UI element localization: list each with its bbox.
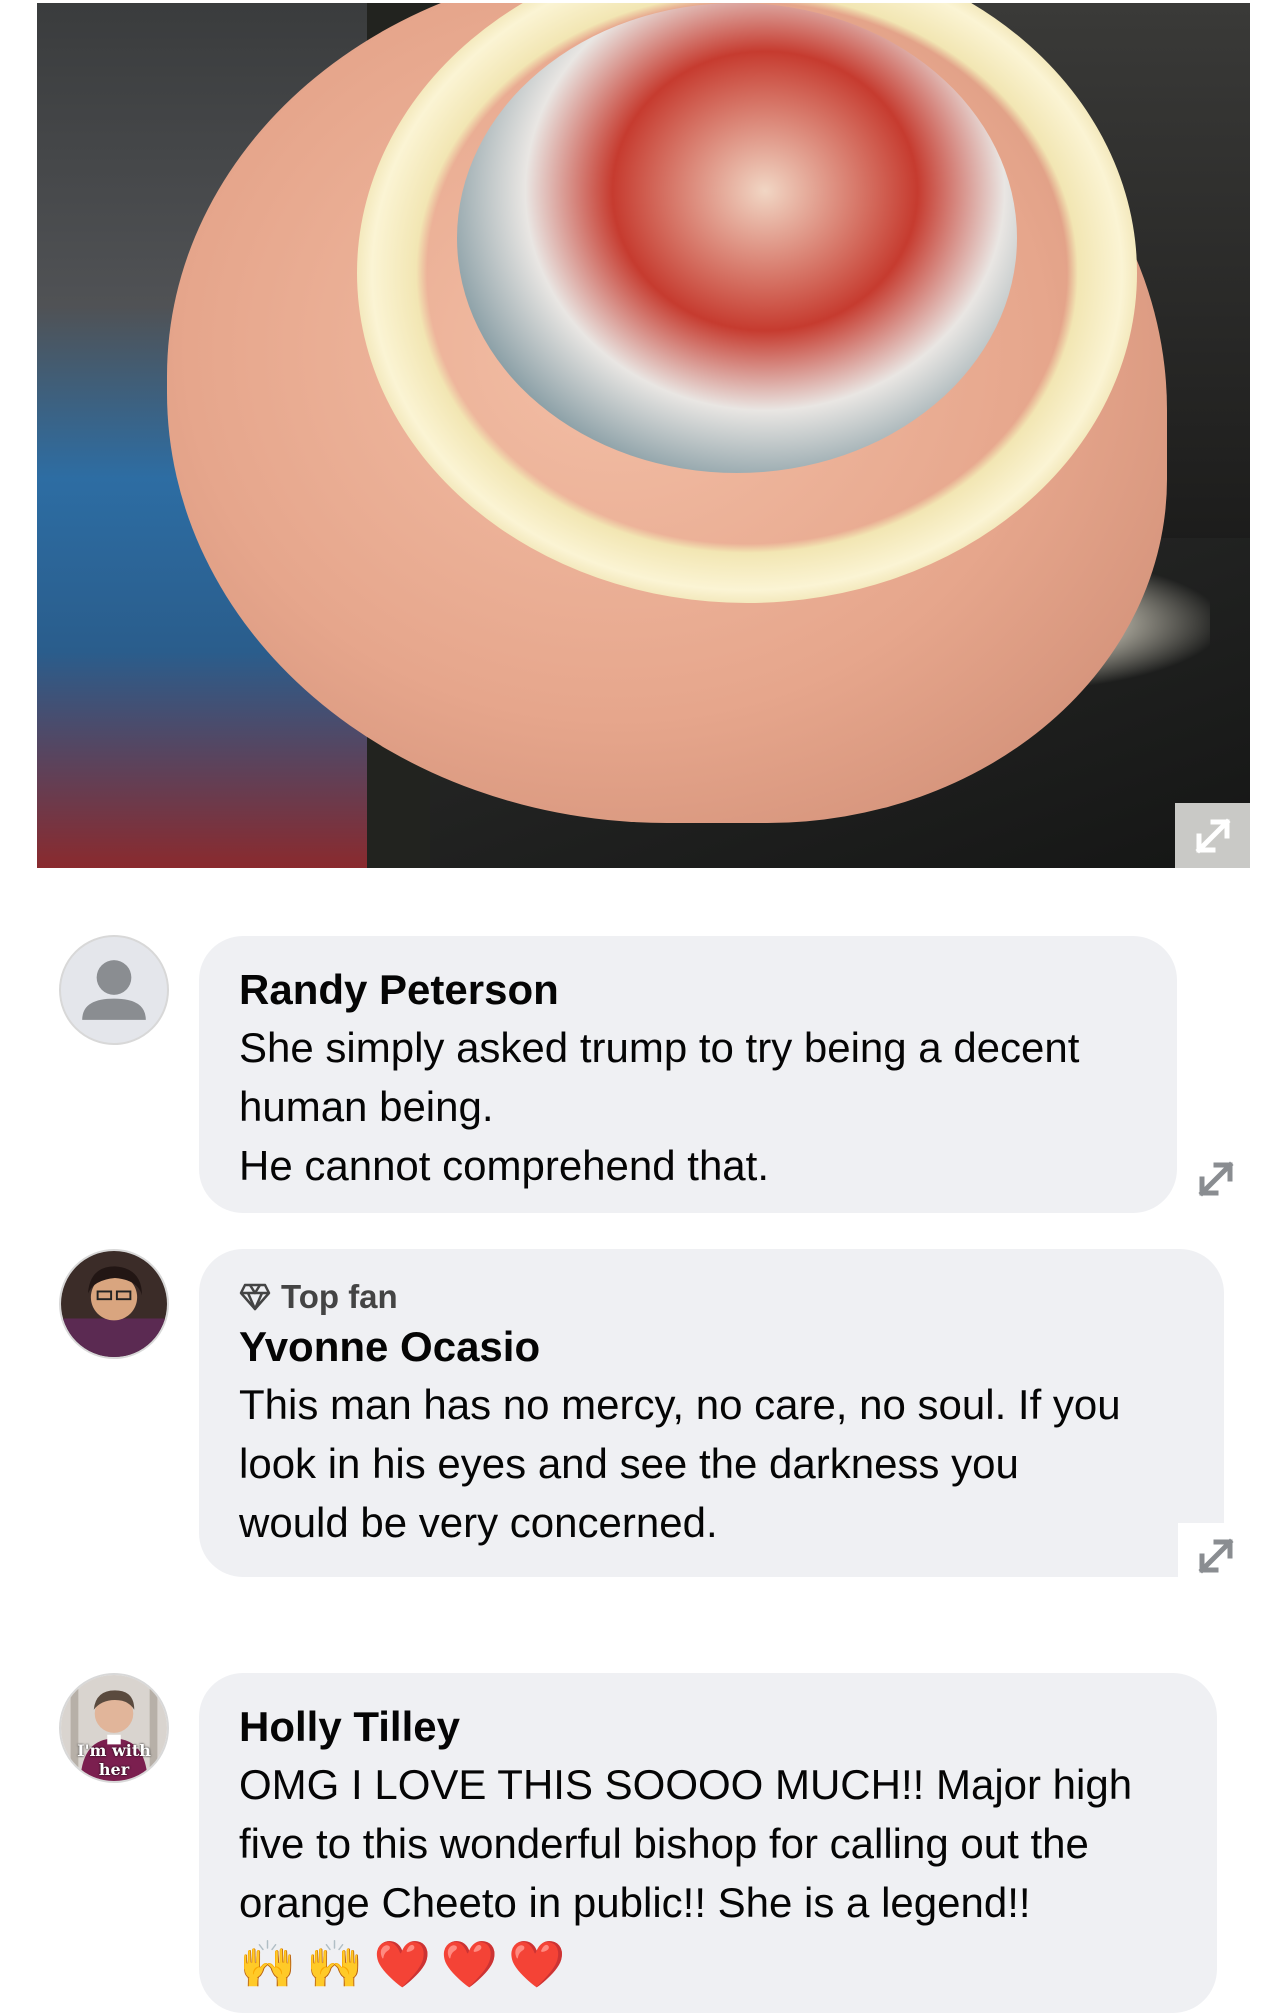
avatar[interactable]: I'm with her (59, 1673, 169, 1783)
badge-label: Top fan (281, 1278, 398, 1315)
comment-bubble: Top fan Yvonne Ocasio This man has no me… (199, 1249, 1224, 1577)
comment-text: This man has no mercy, no care, no soul.… (239, 1381, 1121, 1546)
post-photo[interactable] (37, 3, 1250, 868)
comment-text: OMG I LOVE THIS SOOOO MUCH!! Major high … (239, 1761, 1133, 1926)
comment-author[interactable]: Holly Tilley (239, 1699, 1179, 1755)
expand-arrows-icon[interactable] (1178, 1523, 1253, 1588)
comment-author[interactable]: Yvonne Ocasio (239, 1319, 1186, 1375)
avatar-frame-text: I'm with her (77, 1741, 151, 1779)
expand-arrows-icon[interactable] (1175, 803, 1250, 868)
red-heart-emoji: ❤️ (373, 1938, 431, 1990)
top-fan-badge: Top fan (239, 1275, 1186, 1319)
red-heart-emoji: ❤️ (440, 1938, 499, 1990)
raising-hands-emoji: 🙌 (306, 1938, 364, 1990)
emoji-row: 🙌 🙌 ❤️ ❤️ ❤️ (239, 1934, 1179, 1994)
comment-bubble: Holly Tilley OMG I LOVE THIS SOOOO MUCH!… (199, 1673, 1217, 2013)
diamond-icon (239, 1283, 271, 1311)
expand-arrows-icon[interactable] (1178, 1146, 1253, 1211)
photo-cookie-portrait (457, 3, 1017, 473)
comment-author[interactable]: Randy Peterson (239, 962, 1139, 1018)
comment-bubble: Randy Peterson She simply asked trump to… (199, 936, 1177, 1213)
red-heart-emoji: ❤️ (508, 1938, 566, 1990)
raising-hands-emoji: 🙌 (239, 1938, 297, 1990)
profile-photo (61, 1251, 167, 1357)
avatar[interactable] (59, 935, 169, 1045)
comment-text: She simply asked trump to try being a de… (239, 1024, 1080, 1189)
default-avatar-icon (82, 960, 146, 1020)
avatar[interactable] (59, 1249, 169, 1359)
